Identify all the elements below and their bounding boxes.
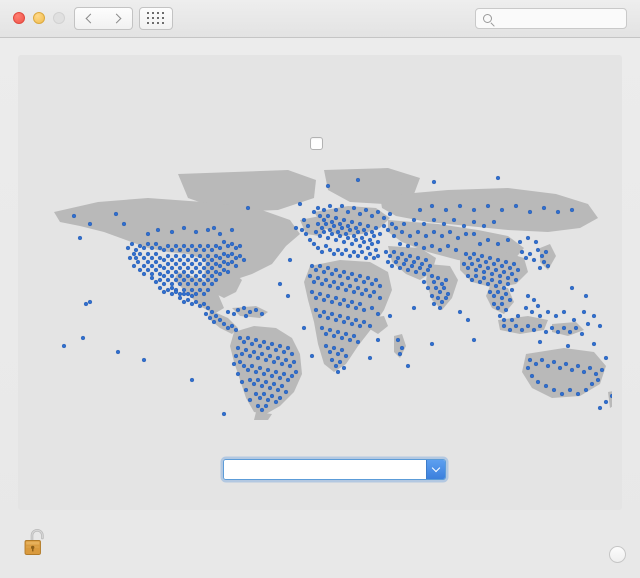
- search-input[interactable]: [497, 12, 617, 25]
- forward-button[interactable]: [103, 7, 133, 30]
- closest-city-row: [18, 457, 622, 481]
- zoom-button: [53, 12, 65, 24]
- close-button[interactable]: [13, 12, 25, 24]
- window-footer: [0, 510, 640, 578]
- content-panel: [18, 55, 622, 510]
- grid-dots-icon: [147, 12, 165, 25]
- auto-timezone-checkbox[interactable]: [310, 137, 323, 150]
- timezone-fields: [18, 433, 622, 481]
- closest-city-combobox[interactable]: [223, 458, 446, 480]
- help-button[interactable]: [609, 546, 626, 563]
- preferences-window: [0, 0, 640, 578]
- show-all-button[interactable]: [139, 7, 173, 30]
- world-timezone-map[interactable]: [28, 168, 612, 420]
- back-button[interactable]: [74, 7, 104, 30]
- closest-city-dropdown-button[interactable]: [426, 459, 445, 479]
- unlocked-padlock-icon[interactable]: [21, 526, 51, 560]
- time-zone-row: [18, 433, 622, 457]
- search-icon: [483, 14, 492, 23]
- search-field[interactable]: [475, 8, 627, 29]
- auto-timezone-row[interactable]: [18, 137, 622, 150]
- window-titlebar: [0, 0, 640, 38]
- chevron-right-icon: [111, 13, 121, 24]
- minimize-button[interactable]: [33, 12, 45, 24]
- closest-city-input[interactable]: [224, 459, 426, 479]
- chevron-left-icon: [85, 13, 96, 24]
- chevron-down-icon: [431, 463, 441, 473]
